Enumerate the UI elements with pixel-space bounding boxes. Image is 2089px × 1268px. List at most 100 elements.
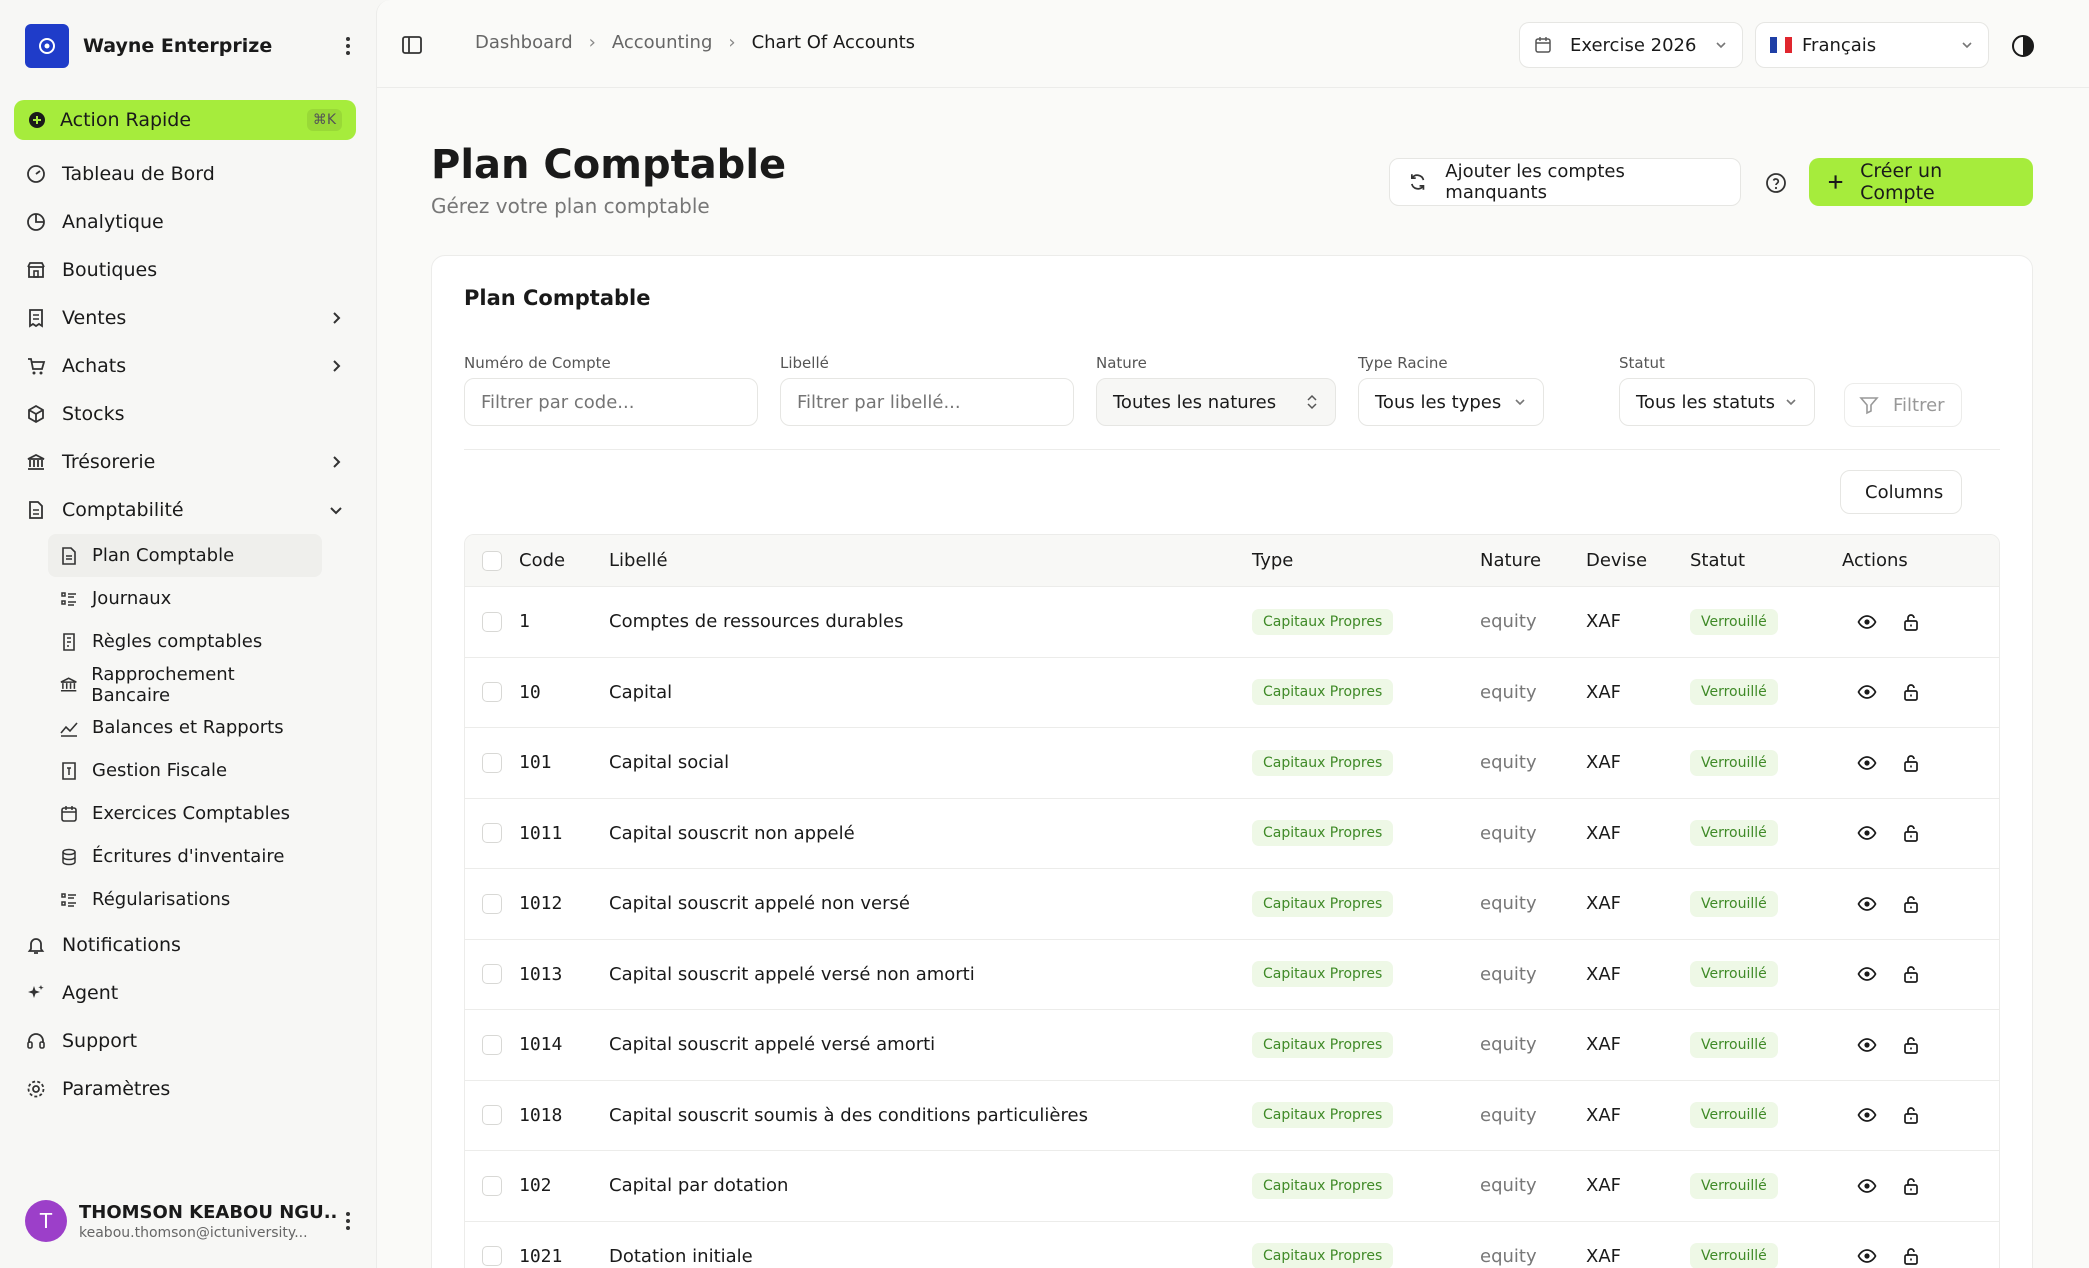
sidebar-item-stocks[interactable]: Stocks xyxy=(14,390,356,438)
org-menu-icon[interactable] xyxy=(336,34,360,58)
exercise-select[interactable]: Exercise 2026 xyxy=(1519,22,1743,68)
eye-icon[interactable] xyxy=(1857,1246,1877,1266)
sidebar-subitem-balances[interactable]: Balances et Rapports xyxy=(48,706,322,749)
chevron-down-icon xyxy=(330,507,342,515)
sidebar-item-tableau-de-bord[interactable]: Tableau de Bord xyxy=(14,150,356,198)
lock-open-icon[interactable] xyxy=(1901,1176,1921,1196)
cell-devise: XAF xyxy=(1586,752,1621,774)
eye-icon[interactable] xyxy=(1857,1035,1877,1055)
cell-actions xyxy=(1842,964,1992,984)
row-checkbox[interactable] xyxy=(482,682,502,703)
breadcrumb-accounting[interactable]: Accounting xyxy=(612,32,713,53)
user-menu-icon[interactable] xyxy=(336,1209,360,1233)
lock-open-icon[interactable] xyxy=(1901,1105,1921,1125)
header-code[interactable]: Code xyxy=(519,550,609,571)
filter-code-input[interactable] xyxy=(464,378,758,426)
table-row[interactable]: 1014 Capital souscrit appelé versé amorti… xyxy=(465,1010,1999,1081)
quick-action-button[interactable]: Action Rapide ⌘K xyxy=(14,100,356,140)
add-missing-accounts-button[interactable]: Ajouter les comptes manquants xyxy=(1389,158,1741,206)
eye-icon[interactable] xyxy=(1857,964,1877,984)
cell-devise: XAF xyxy=(1586,963,1621,985)
row-checkbox[interactable] xyxy=(482,964,502,985)
lock-open-icon[interactable] xyxy=(1901,753,1921,773)
table-row[interactable]: 101 Capital social Capitaux Propres equity X… xyxy=(465,728,1999,799)
sidebar-item-ventes[interactable]: Ventes xyxy=(14,294,356,342)
eye-icon[interactable] xyxy=(1857,753,1877,773)
create-account-button[interactable]: Créer un Compte xyxy=(1809,158,2033,206)
eye-icon[interactable] xyxy=(1857,682,1877,702)
sidebar-subitem-regularisations[interactable]: Régularisations xyxy=(48,878,322,921)
sidebar-item-support[interactable]: Support xyxy=(14,1017,356,1065)
sidebar-subitem-regles[interactable]: Règles comptables xyxy=(48,620,322,663)
row-checkbox[interactable] xyxy=(482,1034,502,1055)
lock-open-icon[interactable] xyxy=(1901,682,1921,702)
table-row[interactable]: 10 Capital Capitaux Propres equity XAF Verrou… xyxy=(465,658,1999,728)
sidebar-subitem-exercices[interactable]: Exercices Comptables xyxy=(48,792,322,835)
columns-button[interactable]: Columns xyxy=(1840,470,1962,514)
row-checkbox[interactable] xyxy=(482,752,502,773)
row-select-cell xyxy=(465,1175,519,1196)
lock-open-icon[interactable] xyxy=(1901,1246,1921,1266)
lock-open-icon[interactable] xyxy=(1901,612,1921,632)
sidebar-item-analytique[interactable]: Analytique xyxy=(14,198,356,246)
filter-libelle-input[interactable] xyxy=(780,378,1074,426)
header-statut[interactable]: Statut xyxy=(1690,550,1842,571)
lock-open-icon[interactable] xyxy=(1901,823,1921,843)
header-devise[interactable]: Devise xyxy=(1586,550,1690,571)
row-checkbox[interactable] xyxy=(482,1175,502,1196)
row-checkbox[interactable] xyxy=(482,611,502,632)
breadcrumb-dashboard[interactable]: Dashboard xyxy=(475,32,573,53)
sidebar-item-achats[interactable]: Achats xyxy=(14,342,356,390)
sidebar-subitem-rapprochement[interactable]: Rapprochement Bancaire xyxy=(48,663,322,706)
sidebar-item-tresorerie[interactable]: Trésorerie xyxy=(14,438,356,486)
eye-icon[interactable] xyxy=(1857,1105,1877,1125)
eye-icon[interactable] xyxy=(1857,823,1877,843)
sidebar-item-comptabilite[interactable]: Comptabilité xyxy=(14,486,356,534)
eye-icon[interactable] xyxy=(1857,894,1877,914)
sidebar-subitem-plan-comptable[interactable]: Plan Comptable xyxy=(48,534,322,577)
table-row[interactable]: 1013 Capital souscrit appelé versé non am… xyxy=(465,940,1999,1010)
lock-open-icon[interactable] xyxy=(1901,1035,1921,1055)
header-type[interactable]: Type xyxy=(1252,550,1480,571)
row-checkbox[interactable] xyxy=(482,823,502,844)
type-badge: Capitaux Propres xyxy=(1252,1243,1394,1268)
filter-nature-select[interactable]: Toutes les natures xyxy=(1096,378,1336,426)
header-libelle[interactable]: Libellé xyxy=(609,550,1252,571)
cell-code: 1012 xyxy=(519,893,563,915)
sidebar-item-agent[interactable]: Agent xyxy=(14,969,356,1017)
select-all-checkbox[interactable] xyxy=(482,550,502,571)
org-switcher[interactable]: Wayne Enterprize xyxy=(25,24,360,68)
sidebar-subitem-journaux[interactable]: Journaux xyxy=(48,577,322,620)
accounts-card: Plan Comptable Numéro de Compte Libellé … xyxy=(431,255,2033,1268)
eye-icon[interactable] xyxy=(1857,612,1877,632)
table-row[interactable]: 1021 Dotation initiale Capitaux Propres equ… xyxy=(465,1222,1999,1268)
filter-type-select[interactable]: Tous les types xyxy=(1358,378,1544,426)
table-row[interactable]: 102 Capital par dotation Capitaux Propres e… xyxy=(465,1151,1999,1222)
table-row[interactable]: 1011 Capital souscrit non appelé Capitaux … xyxy=(465,799,1999,869)
divider xyxy=(464,449,2000,450)
table-row[interactable]: 1012 Capital souscrit appelé non versé Cap… xyxy=(465,869,1999,940)
lock-open-icon[interactable] xyxy=(1901,964,1921,984)
sidebar-subitem-fiscale[interactable]: Gestion Fiscale xyxy=(48,749,322,792)
row-checkbox[interactable] xyxy=(482,1246,502,1267)
eye-icon[interactable] xyxy=(1857,1176,1877,1196)
sidebar-toggle-icon[interactable] xyxy=(401,34,423,56)
card-title: Plan Comptable xyxy=(464,286,651,310)
lock-open-icon[interactable] xyxy=(1901,894,1921,914)
sidebar-subitem-ecritures[interactable]: Écritures d'inventaire xyxy=(48,835,322,878)
header-nature[interactable]: Nature xyxy=(1480,550,1586,571)
filter-statut-select[interactable]: Tous les statuts xyxy=(1619,378,1815,426)
language-select[interactable]: Français xyxy=(1755,22,1989,68)
user-menu[interactable]: T THOMSON KEABOU NGU... keabou.thomson@i… xyxy=(25,1198,360,1244)
row-checkbox[interactable] xyxy=(482,893,502,914)
sidebar-item-parametres[interactable]: Paramètres xyxy=(14,1065,356,1113)
table-row[interactable]: 1 Comptes de ressources durables Capitaux … xyxy=(465,587,1999,658)
cart-icon xyxy=(28,358,46,375)
table-row[interactable]: 1018 Capital souscrit soumis à des condit… xyxy=(465,1081,1999,1151)
help-icon[interactable] xyxy=(1765,172,1787,194)
sidebar-item-boutiques[interactable]: Boutiques xyxy=(14,246,356,294)
row-checkbox[interactable] xyxy=(482,1105,502,1126)
theme-toggle-icon[interactable] xyxy=(2011,34,2035,58)
filter-button[interactable]: Filtrer xyxy=(1844,383,1962,427)
sidebar-item-notifications[interactable]: Notifications xyxy=(14,921,356,969)
